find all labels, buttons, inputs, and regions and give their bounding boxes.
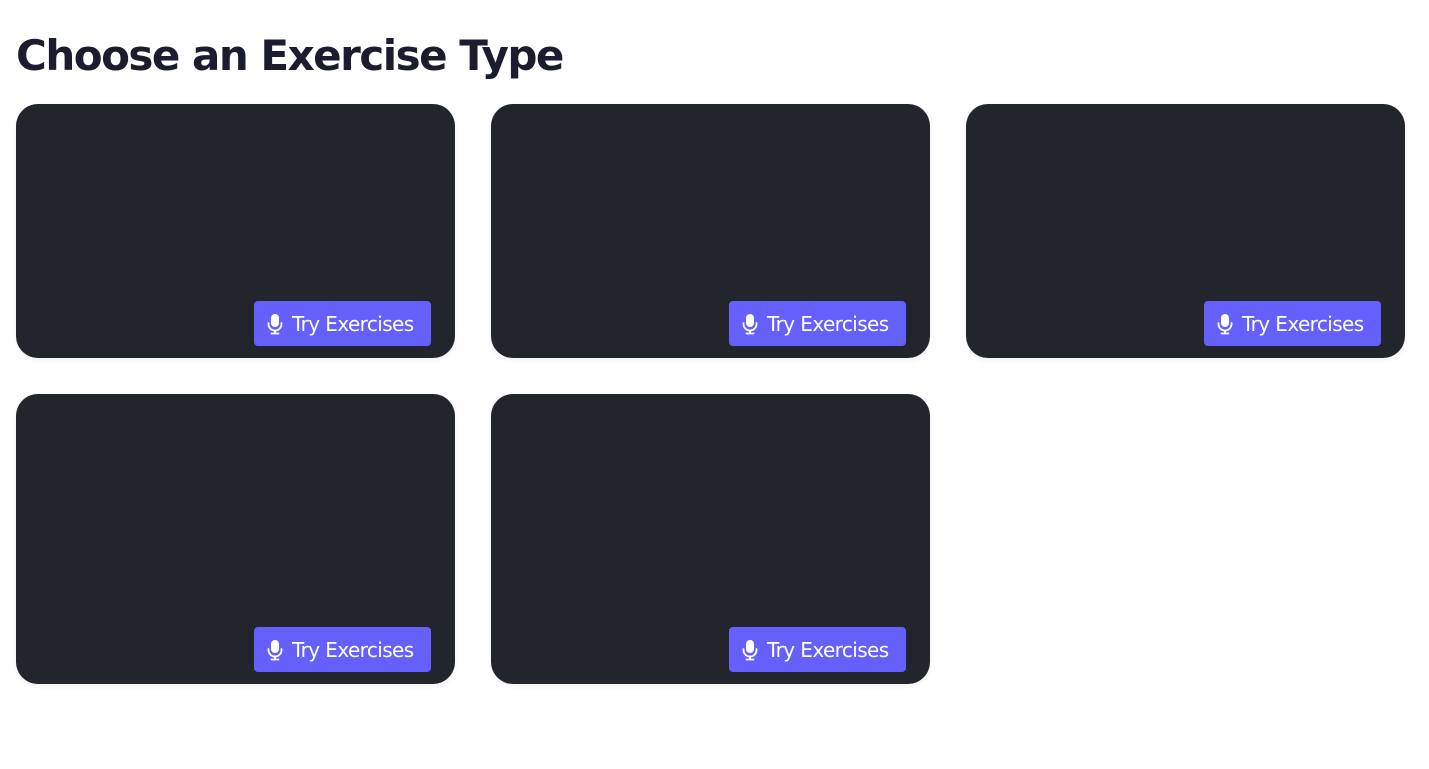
exercise-type-card[interactable]: Try Exercises (16, 394, 455, 684)
try-exercises-label: Try Exercises (767, 637, 889, 662)
try-exercises-button[interactable]: Try Exercises (729, 301, 906, 346)
page-title: Choose an Exercise Type (16, 31, 564, 80)
try-exercises-button[interactable]: Try Exercises (254, 301, 431, 346)
page: Choose an Exercise Type Try Exercises Tr… (0, 0, 1429, 769)
microphone-icon (742, 313, 758, 334)
exercise-type-card[interactable]: Try Exercises (491, 104, 930, 358)
microphone-icon (267, 639, 283, 660)
try-exercises-label: Try Exercises (292, 637, 414, 662)
exercise-type-card[interactable]: Try Exercises (491, 394, 930, 684)
microphone-icon (1217, 313, 1233, 334)
try-exercises-button[interactable]: Try Exercises (254, 627, 431, 672)
try-exercises-label: Try Exercises (292, 311, 414, 336)
exercise-type-card[interactable]: Try Exercises (966, 104, 1405, 358)
try-exercises-label: Try Exercises (1242, 311, 1364, 336)
try-exercises-button[interactable]: Try Exercises (729, 627, 906, 672)
exercise-type-card[interactable]: Try Exercises (16, 104, 455, 358)
try-exercises-button[interactable]: Try Exercises (1204, 301, 1381, 346)
try-exercises-label: Try Exercises (767, 311, 889, 336)
microphone-icon (742, 639, 758, 660)
microphone-icon (267, 313, 283, 334)
